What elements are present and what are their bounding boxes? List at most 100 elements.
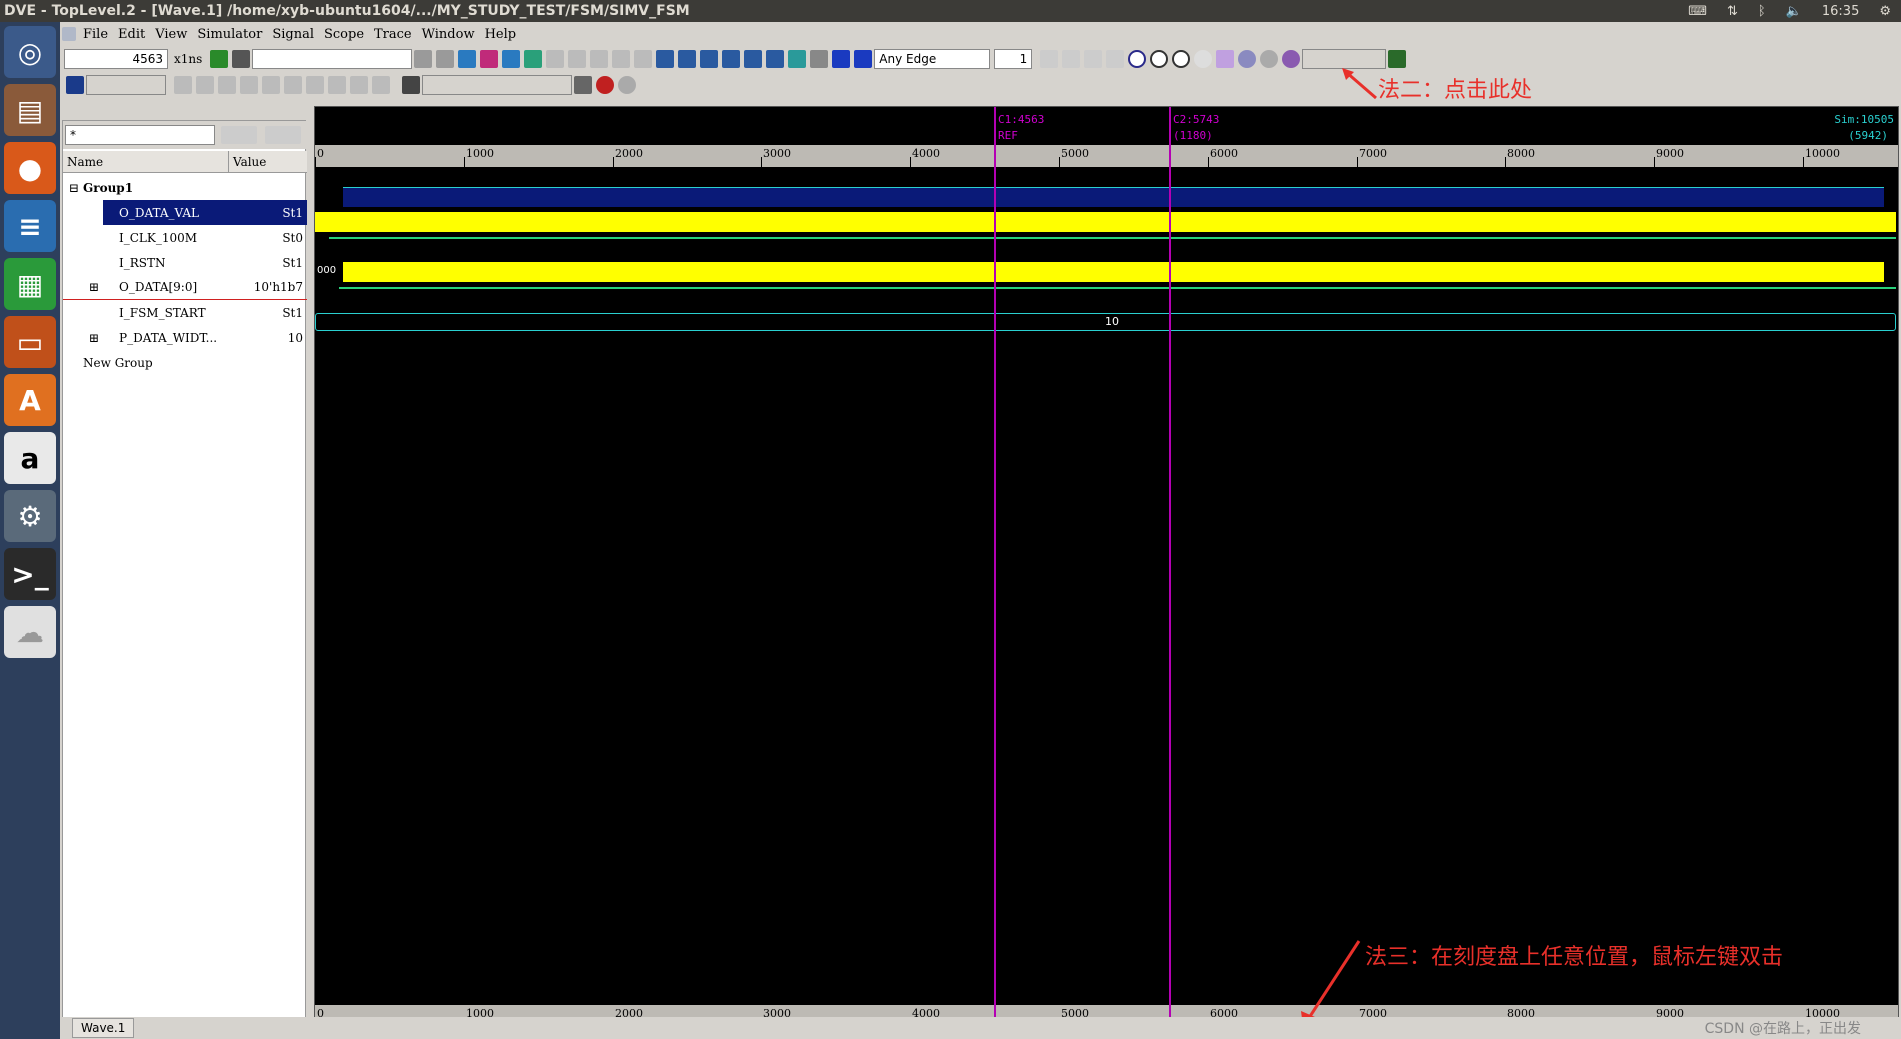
wave-tab[interactable]: Wave.1 xyxy=(72,1018,135,1038)
writer-icon[interactable]: ≡ xyxy=(4,200,56,252)
menu-edit[interactable]: Edit xyxy=(113,27,150,42)
settings-icon[interactable]: ⚙ xyxy=(1879,4,1891,19)
back-icon[interactable] xyxy=(612,50,631,68)
restart-icon[interactable] xyxy=(402,76,420,94)
menu-window[interactable]: Window xyxy=(417,27,480,42)
wave-pane[interactable]: 0 1000 2000 3000 4000 5000 6000 7000 8000 9000 100… xyxy=(314,106,1899,1038)
cursor-c1[interactable] xyxy=(994,107,996,1037)
goto-icon[interactable] xyxy=(1238,50,1257,68)
up-icon[interactable] xyxy=(568,50,587,68)
expand-icon[interactable]: ⊞ xyxy=(89,280,99,294)
edge-select[interactable]: Any Edge xyxy=(874,49,991,69)
calc-icon[interactable]: ▦ xyxy=(4,258,56,310)
memory-icon[interactable] xyxy=(744,50,763,68)
step-field[interactable] xyxy=(86,75,166,95)
layout-icon[interactable] xyxy=(1388,50,1407,68)
zoom-fit-icon[interactable] xyxy=(1128,50,1147,68)
filter-input[interactable]: * xyxy=(65,125,215,145)
files-icon[interactable]: ▤ xyxy=(4,84,56,136)
zoom-cursor-icon[interactable] xyxy=(1172,50,1191,68)
wave-i-rstn[interactable] xyxy=(329,237,1896,239)
zoom-full-icon[interactable] xyxy=(1150,50,1169,68)
sim-command[interactable] xyxy=(422,75,572,95)
filter-options-icon[interactable] xyxy=(265,126,301,144)
schematic-icon[interactable] xyxy=(700,50,719,68)
signal-row[interactable]: O_DATA_VAL St1 xyxy=(103,200,307,225)
network-icon[interactable]: ⇅ xyxy=(1727,4,1738,19)
ubuntu-icon[interactable]: ◎ xyxy=(4,26,56,78)
prev-icon[interactable] xyxy=(414,50,433,68)
split-icon[interactable] xyxy=(502,50,521,68)
signal-row[interactable]: ⊞ O_DATA[9:0] 10'h1b7 xyxy=(63,275,307,300)
zoom-select[interactable] xyxy=(1302,49,1387,69)
zoom-in-icon[interactable] xyxy=(1062,50,1081,68)
software-center-icon[interactable]: A xyxy=(4,374,56,426)
sim-icon-4[interactable] xyxy=(284,76,302,94)
firefox-icon[interactable]: ● xyxy=(4,142,56,194)
break-icon[interactable] xyxy=(196,76,214,94)
amazon-icon[interactable]: a xyxy=(4,432,56,484)
search-field[interactable] xyxy=(252,49,413,69)
step-icon[interactable] xyxy=(66,76,84,94)
app-menu-icon[interactable] xyxy=(62,27,76,41)
goto3-icon[interactable] xyxy=(1282,50,1301,68)
goto2-icon[interactable] xyxy=(1260,50,1279,68)
trace-icon[interactable] xyxy=(766,50,785,68)
ruler-top[interactable]: 0 1000 2000 3000 4000 5000 6000 7000 8000 9000 100… xyxy=(315,145,1898,167)
zoom-out-icon[interactable] xyxy=(1084,50,1103,68)
sim-icon-1[interactable] xyxy=(218,76,236,94)
wave-i-clk[interactable] xyxy=(315,212,1896,232)
next-edge-icon[interactable] xyxy=(854,50,873,68)
sim-icon-7[interactable] xyxy=(350,76,368,94)
copy-icon[interactable] xyxy=(546,50,565,68)
system-settings-icon[interactable]: ⚙ xyxy=(4,490,56,542)
filter-type-icon[interactable] xyxy=(221,126,257,144)
volume-icon[interactable]: 🔈 xyxy=(1786,4,1802,19)
go-icon[interactable] xyxy=(210,50,229,68)
add-bus-icon[interactable] xyxy=(480,50,499,68)
wave-o-data[interactable] xyxy=(343,262,1884,282)
menu-help[interactable]: Help xyxy=(480,27,522,42)
next-icon[interactable] xyxy=(436,50,455,68)
menu-scope[interactable]: Scope xyxy=(319,27,369,42)
menu-view[interactable]: View xyxy=(150,27,192,42)
hier-icon[interactable] xyxy=(722,50,741,68)
bluetooth-icon[interactable]: ᛒ xyxy=(1758,4,1766,19)
keyboard-icon[interactable]: ⌨ xyxy=(1688,4,1707,19)
group-row[interactable]: ⊟ Group1 xyxy=(63,175,307,200)
load-icon[interactable] xyxy=(810,50,829,68)
refresh-icon[interactable] xyxy=(618,76,636,94)
wave-o-data-val[interactable] xyxy=(343,187,1884,207)
forward-icon[interactable] xyxy=(634,50,653,68)
pointer-icon[interactable] xyxy=(1040,50,1059,68)
terminal-icon[interactable]: >_ xyxy=(4,548,56,600)
menu-signal[interactable]: Signal xyxy=(267,27,319,42)
time-unit-select[interactable]: x1ns xyxy=(174,52,202,66)
signal-row[interactable]: ⊞ P_DATA_WIDT... 10 xyxy=(63,325,307,350)
stop-icon[interactable] xyxy=(574,76,592,94)
sim-icon-8[interactable] xyxy=(372,76,390,94)
cursor-c2[interactable] xyxy=(1169,107,1171,1037)
signal-row[interactable]: I_FSM_START St1 xyxy=(63,300,307,325)
new-group-row[interactable]: New Group xyxy=(63,350,307,375)
time-input[interactable]: 4563 xyxy=(64,49,168,69)
add-signal-icon[interactable] xyxy=(458,50,477,68)
prev-edge-icon[interactable] xyxy=(832,50,851,68)
record-icon[interactable] xyxy=(596,76,614,94)
collapse-icon[interactable]: ⊟ xyxy=(69,181,79,195)
sim-icon-2[interactable] xyxy=(240,76,258,94)
zoom-region-icon[interactable] xyxy=(1194,50,1213,68)
search-icon[interactable] xyxy=(232,50,251,68)
run-icon[interactable] xyxy=(174,76,192,94)
sim-icon-3[interactable] xyxy=(262,76,280,94)
wave-i-fsm-start[interactable] xyxy=(339,287,1896,289)
signal-row[interactable]: I_RSTN St1 xyxy=(63,250,307,275)
sim-icon-5[interactable] xyxy=(306,76,324,94)
app-icon[interactable]: ☁ xyxy=(4,606,56,658)
down-icon[interactable] xyxy=(590,50,609,68)
col-value[interactable]: Value xyxy=(229,151,307,172)
edge-count[interactable]: 1 xyxy=(994,49,1033,69)
sim-icon-6[interactable] xyxy=(328,76,346,94)
signal-row[interactable]: I_CLK_100M St0 xyxy=(63,225,307,250)
driver-icon[interactable] xyxy=(788,50,807,68)
